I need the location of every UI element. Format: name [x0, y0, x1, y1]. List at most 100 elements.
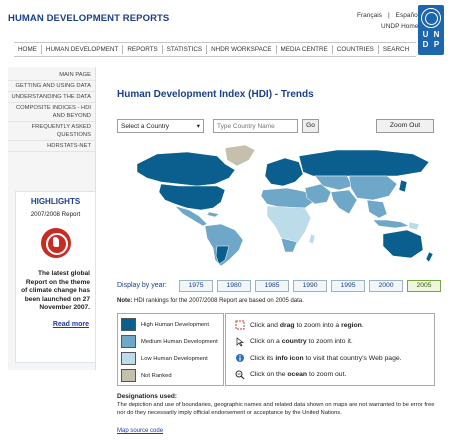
- map-region-new-zealand: [425, 251, 434, 263]
- legend-label: Not Ranked: [141, 372, 172, 379]
- designations-section: Designations used: The depiction and use…: [117, 393, 439, 418]
- lang-spanish-link[interactable]: Español: [396, 12, 420, 19]
- read-more-link[interactable]: Read more: [16, 321, 95, 328]
- year-button-2000[interactable]: 2000: [369, 280, 403, 292]
- instruction-row: Click and drag to zoom into a region.: [234, 317, 426, 334]
- legend-swatch-not-ranked: [121, 369, 136, 382]
- legend-label: High Human Development: [141, 321, 209, 328]
- legend-label: Medium Human Development: [141, 338, 218, 345]
- map-legend: High Human Development Medium Human Deve…: [117, 313, 224, 386]
- map-region-papua: [408, 221, 420, 231]
- nav-reports[interactable]: REPORTS: [123, 45, 163, 54]
- instruction-bold: country: [281, 338, 307, 346]
- sidebar-item-main-page[interactable]: MAIN PAGE: [8, 70, 95, 81]
- chevron-down-icon: ▾: [196, 123, 200, 130]
- instruction-bold: region: [341, 321, 362, 329]
- instruction-part: Click and: [250, 321, 280, 329]
- map-region-east-asia: [348, 175, 398, 201]
- instruction-row: Click on the ocean to zoom out.: [234, 367, 426, 384]
- nav-statistics[interactable]: STATISTICS: [163, 45, 208, 54]
- highlights-title: HIGHLIGHTS: [30, 197, 81, 206]
- sidebar: MAIN PAGE GETTING AND USING DATA UNDERST…: [8, 67, 96, 370]
- highlights-box: HIGHLIGHTS 2007/2008 Report The latest g…: [15, 191, 96, 363]
- main-nav: HOME HUMAN DEVELOPMENT REPORTS STATISTIC…: [14, 42, 416, 57]
- site-title[interactable]: HUMAN DEVELOPMENT REPORTS: [8, 13, 169, 24]
- legend-item: High Human Development: [121, 316, 220, 333]
- undp-home-link[interactable]: UNDP Home: [381, 23, 418, 30]
- nav-search[interactable]: SEARCH: [379, 45, 413, 54]
- nav-home[interactable]: HOME: [14, 45, 42, 54]
- country-search-input[interactable]: [213, 119, 298, 133]
- sidebar-item-faq[interactable]: FREQUENTLY ASKED QUESTIONS: [8, 122, 95, 141]
- map-region-usa: [158, 183, 226, 211]
- sidebar-item-hdrstats-net[interactable]: HDRSTATS-NET: [8, 141, 95, 152]
- designations-text: The depiction and use of boundaries, geo…: [117, 402, 435, 416]
- year-button-1980[interactable]: 1980: [217, 280, 251, 292]
- map-source-code-link[interactable]: Map source code: [117, 428, 163, 434]
- display-by-year-label: Display by year:: [117, 282, 167, 289]
- legend-swatch-medium: [121, 335, 136, 348]
- cursor-icon: [234, 337, 245, 347]
- lang-french-link[interactable]: Français: [357, 12, 382, 19]
- instruction-part: to zoom out.: [307, 371, 347, 379]
- info-icon: [234, 353, 245, 363]
- country-select[interactable]: Select a Country ▾: [117, 119, 204, 133]
- year-selector: 1975 1980 1985 1990 1995 2000 2005: [179, 280, 441, 292]
- page-title: Human Development Index (HDI) - Trends: [117, 89, 314, 100]
- nav-nhdr-workspace[interactable]: NHDR WORKSPACE: [207, 45, 277, 54]
- instruction-text: Click its info icon to visit that countr…: [250, 355, 402, 362]
- instruction-text: Click and drag to zoom into a region.: [250, 322, 364, 329]
- world-map[interactable]: [117, 142, 437, 266]
- hdr-report-logo-icon[interactable]: [40, 228, 71, 258]
- instruction-part: Click its: [250, 354, 276, 362]
- map-region-north-africa: [260, 187, 314, 209]
- legend-item: Medium Human Development: [121, 333, 220, 350]
- un-emblem-icon: [421, 8, 441, 28]
- map-region-europe: [264, 157, 304, 187]
- sidebar-item-getting-data[interactable]: GETTING AND USING DATA: [8, 81, 95, 92]
- legend-item: Not Ranked: [121, 367, 220, 384]
- highlights-text: The latest global Report on the theme of…: [21, 270, 90, 311]
- data-note: Note: HDI rankings for the 2007/2008 Rep…: [117, 298, 304, 304]
- year-button-1985[interactable]: 1985: [255, 280, 289, 292]
- year-button-1990[interactable]: 1990: [293, 280, 327, 292]
- nav-media-centre[interactable]: MEDIA CENTRE: [277, 45, 333, 54]
- zoom-out-icon: [234, 370, 245, 380]
- instruction-part: Click on a: [250, 338, 282, 346]
- map-region-russia: [298, 149, 430, 177]
- instruction-bold: info icon: [275, 354, 304, 362]
- note-label: Note:: [117, 298, 133, 304]
- instruction-text: Click on the ocean to zoom out.: [250, 371, 346, 378]
- map-region-australia: [382, 229, 424, 259]
- nav-countries[interactable]: COUNTRIES: [333, 45, 379, 54]
- map-instructions: Click and drag to zoom into a region. Cl…: [225, 313, 435, 386]
- logo-letter: N: [433, 30, 440, 39]
- map-region-madagascar: [308, 233, 316, 245]
- language-switcher: Français | Español: [357, 12, 419, 19]
- highlights-subtitle: 2007/2008 Report: [30, 211, 81, 218]
- map-region-north-america-north: [136, 151, 236, 187]
- instruction-part: to visit that country's Web page.: [303, 354, 402, 362]
- year-button-2005[interactable]: 2005: [407, 280, 441, 292]
- year-button-1995[interactable]: 1995: [331, 280, 365, 292]
- go-button[interactable]: Go: [302, 119, 319, 133]
- sidebar-item-understanding-data[interactable]: UNDERSTANDING THE DATA: [8, 92, 95, 103]
- logo-letter: D: [422, 40, 429, 49]
- instruction-row: Click on a country to zoom into it.: [234, 334, 426, 351]
- map-region-caribbean: [206, 211, 220, 218]
- map-region-greenland: [224, 144, 256, 167]
- map-region-japan: [398, 179, 408, 193]
- year-button-1975[interactable]: 1975: [179, 280, 213, 292]
- sidebar-menu: MAIN PAGE GETTING AND USING DATA UNDERST…: [8, 67, 95, 152]
- zoom-out-button[interactable]: Zoom Out: [376, 119, 434, 133]
- instruction-row: Click its info icon to visit that countr…: [234, 350, 426, 367]
- nav-human-development[interactable]: HUMAN DEVELOPMENT: [42, 45, 124, 54]
- instruction-part: to zoom into it.: [306, 338, 353, 346]
- sidebar-item-composite-indices[interactable]: COMPOSITE INDICES - HDI AND BEYOND: [8, 103, 95, 122]
- logo-letter: U: [422, 30, 429, 39]
- logo-letter: P: [433, 40, 440, 49]
- legend-swatch-low: [121, 352, 136, 365]
- lang-divider: |: [387, 12, 390, 19]
- instruction-bold: ocean: [287, 371, 308, 379]
- undp-logo[interactable]: U N D P: [418, 5, 444, 55]
